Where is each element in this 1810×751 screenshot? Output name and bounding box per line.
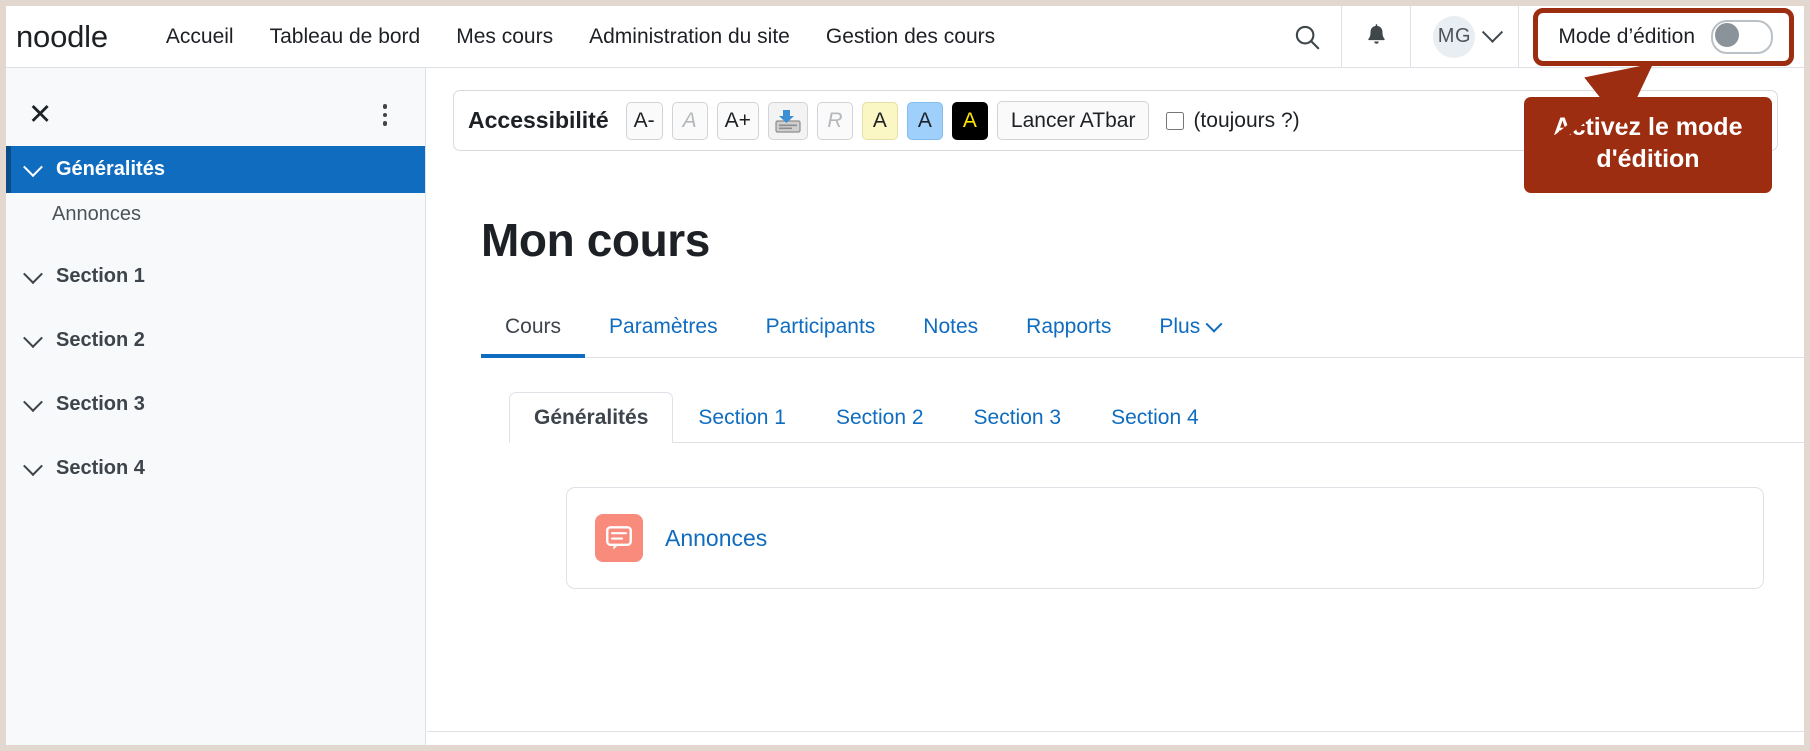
user-menu-button[interactable]: MG [1411,15,1518,58]
sidebar-item-label: Section 1 [56,265,145,287]
tab-notes[interactable]: Notes [899,305,1002,358]
save-download-icon [775,109,801,133]
forum-icon [595,514,643,562]
top-navigation-bar: noodle Accueil Tableau de bord Mes cours… [6,6,1804,68]
close-icon[interactable]: ✕ [18,95,62,136]
sidebar-item-section-1[interactable]: Section 1 [6,253,425,300]
navbar-right-cluster: MG Mode d’édition [1273,6,1804,68]
contrast-black-button[interactable]: A [951,101,988,140]
toggle-knob [1715,22,1739,47]
section-tabs: Généralités Section 1 Section 2 Section … [509,392,1804,443]
tab-plus-label: Plus [1159,315,1201,338]
search-button[interactable] [1273,6,1341,68]
edit-mode-control[interactable]: Mode d’édition [1533,7,1794,66]
navbar-divider-3 [1518,6,1520,68]
forum-glyph [606,526,632,550]
kebab-dot [382,104,387,109]
edit-mode-toggle[interactable] [1711,19,1773,54]
section-tab-section-3[interactable]: Section 3 [949,392,1087,443]
chevron-down-icon [23,156,43,177]
chevron-down-icon [23,391,43,412]
nav-link-administration-du-site[interactable]: Administration du site [571,17,808,57]
primary-nav-links: Accueil Tableau de bord Mes cours Admini… [148,17,1013,57]
sidebar-item-section-3[interactable]: Section 3 [6,381,425,428]
course-index-sidebar: ✕ Généralités Annonces Section 1 Section… [6,68,426,745]
activity-link-annonces[interactable]: Annonces [665,525,767,552]
reset-styles-button[interactable]: R [816,101,853,140]
sidebar-item-label: Généralités [56,158,165,180]
sidebar-item-generalites[interactable]: Généralités [6,146,425,193]
annotation-callout: Activez le mode d'édition [1524,97,1772,193]
course-content-wrapper: Mon cours Cours Paramètres Participants … [427,213,1804,589]
tab-cours[interactable]: Cours [481,305,586,358]
accessibility-title: Accessibilité [468,107,609,133]
chevron-down-icon [23,263,43,284]
tab-parametres[interactable]: Paramètres [585,305,742,358]
section-tab-section-4[interactable]: Section 4 [1086,392,1224,443]
always-launch-checkbox-row[interactable]: (toujours ?) [1166,108,1300,133]
moodle-logo[interactable]: noodle [16,19,108,55]
contrast-blue-button[interactable]: A [906,101,943,140]
kebab-dot [382,121,387,126]
chevron-down-icon [23,327,43,348]
launch-atbar-button[interactable]: Lancer ATbar [996,101,1150,140]
sidebar-item-label: Section 4 [56,457,145,479]
increase-font-button[interactable]: A+ [716,101,759,140]
contrast-yellow-button[interactable]: A [861,101,898,140]
section-tab-section-2[interactable]: Section 2 [811,392,949,443]
kebab-dot [382,112,387,118]
course-index-header: ✕ [6,84,425,146]
tab-participants[interactable]: Participants [742,305,900,358]
avatar: MG [1433,15,1476,58]
notifications-button[interactable] [1342,6,1410,68]
chevron-down-icon [23,455,43,476]
sidebar-item-label: Section 3 [56,393,145,415]
course-nav-tabs: Cours Paramètres Participants Notes Rapp… [481,305,1804,358]
kebab-menu-icon[interactable] [373,96,398,134]
sidebar-item-label: Section 2 [56,329,145,351]
nav-link-mes-cours[interactable]: Mes cours [438,17,571,57]
chevron-down-icon [1482,21,1504,43]
nav-link-tableau-de-bord[interactable]: Tableau de bord [252,17,439,57]
nav-link-gestion-des-cours[interactable]: Gestion des cours [808,17,1013,57]
sidebar-item-section-2[interactable]: Section 2 [6,317,425,364]
always-launch-checkbox[interactable] [1166,111,1185,130]
section-tab-section-1[interactable]: Section 1 [673,392,811,443]
sidebar-item-annonces[interactable]: Annonces [6,193,425,236]
browser-viewport: noodle Accueil Tableau de bord Mes cours… [0,0,1810,751]
tab-rapports[interactable]: Rapports [1002,305,1135,358]
page-title: Mon cours [481,214,710,266]
save-settings-icon-button[interactable] [767,101,808,140]
activity-card-annonces[interactable]: Annonces [566,487,1764,589]
reset-font-button[interactable]: A [671,101,708,140]
edit-mode-label: Mode d’édition [1558,24,1695,48]
always-launch-label: (toujours ?) [1193,108,1300,132]
sidebar-item-section-4[interactable]: Section 4 [6,445,425,492]
chevron-down-icon [1205,315,1223,333]
tab-plus[interactable]: Plus [1135,305,1244,358]
page-bottom-strip [427,731,1804,745]
bell-icon [1368,24,1385,44]
search-icon [1296,25,1320,49]
decrease-font-button[interactable]: A- [625,101,663,140]
nav-link-accueil[interactable]: Accueil [148,17,252,57]
section-tab-generalites[interactable]: Généralités [509,392,674,443]
